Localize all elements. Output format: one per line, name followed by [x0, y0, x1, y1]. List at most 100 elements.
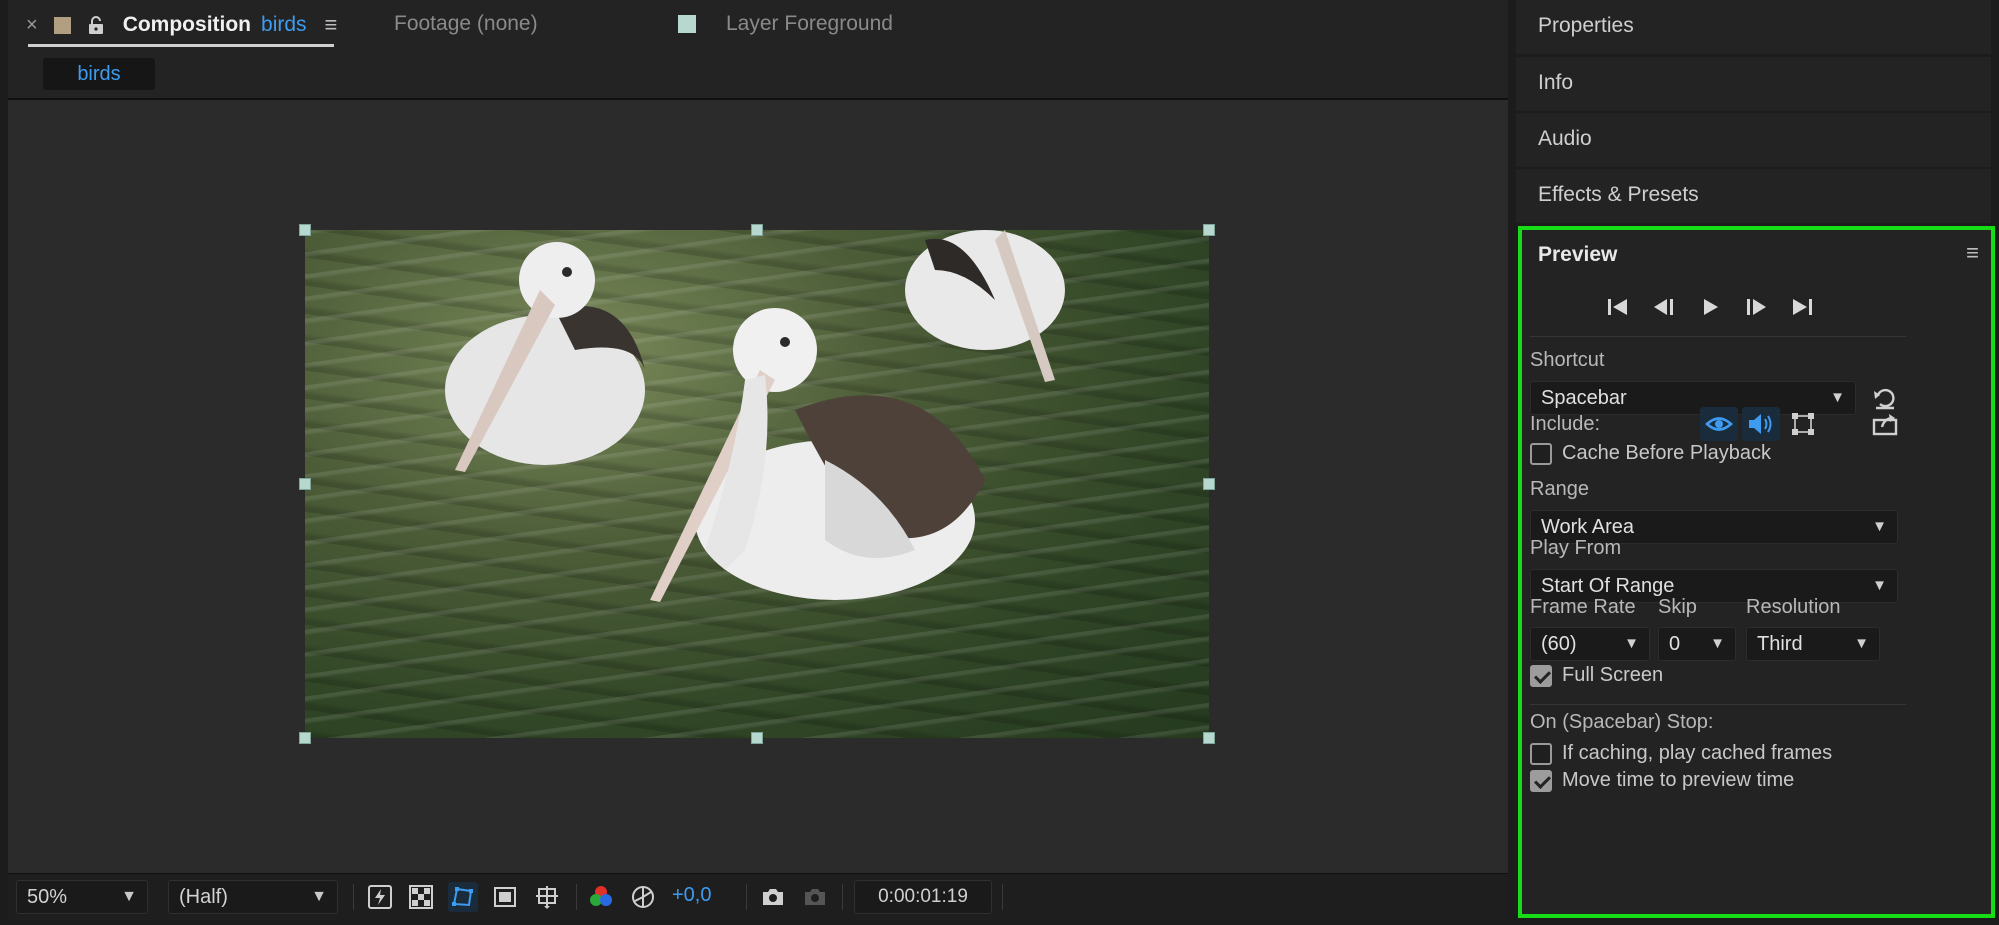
- composition-tab-bar: × Composition birds ≡ Footage (none) Lay…: [8, 0, 1508, 54]
- footage-frame-image[interactable]: [305, 230, 1209, 738]
- move-time-row[interactable]: Move time to preview time: [1530, 769, 1794, 792]
- toolbar-separator: [842, 884, 843, 910]
- preview-panel: Preview ≡ Shortcut Spacebar ▼ Include: C…: [1518, 226, 1995, 918]
- include-label: Include:: [1530, 413, 1601, 435]
- chevron-down-icon: ▼: [121, 888, 137, 905]
- frame-rate-dropdown[interactable]: (60) ▼: [1530, 627, 1650, 661]
- frame-rate-label: Frame Rate: [1530, 596, 1636, 618]
- divider: [1530, 336, 1906, 337]
- exposure-value[interactable]: +0,0: [672, 884, 711, 907]
- tab-composition[interactable]: × Composition birds ≡: [26, 12, 337, 38]
- current-time-display[interactable]: 0:00:01:19: [854, 880, 992, 914]
- full-screen-label: Full Screen: [1562, 664, 1664, 686]
- chevron-down-icon: ▼: [1872, 518, 1887, 535]
- toolbar-separator: [353, 884, 354, 910]
- transform-handle-top[interactable]: [751, 224, 763, 236]
- range-label: Range: [1530, 478, 1589, 500]
- panel-properties[interactable]: Properties: [1516, 0, 1991, 54]
- chevron-down-icon: ▼: [1854, 635, 1869, 652]
- toolbar-separator: [576, 884, 577, 910]
- first-frame-icon[interactable]: [1602, 292, 1634, 322]
- tab-layer[interactable]: Layer Foreground: [678, 12, 893, 36]
- reset-exposure-icon[interactable]: [628, 882, 658, 912]
- if-caching-row[interactable]: If caching, play cached frames: [1530, 742, 1832, 765]
- grid-guides-icon[interactable]: [532, 882, 562, 912]
- region-of-interest-icon[interactable]: [490, 882, 520, 912]
- toolbar-separator: [746, 884, 747, 910]
- toolbar-separator: [1002, 884, 1003, 910]
- frame-rate-value: (60): [1541, 633, 1577, 655]
- cache-before-playback-checkbox[interactable]: [1530, 442, 1552, 465]
- transform-handle-top-right[interactable]: [1203, 224, 1215, 236]
- mask-path-visibility-icon[interactable]: [448, 882, 478, 912]
- chevron-down-icon: ▼: [311, 888, 327, 905]
- move-time-checkbox[interactable]: [1530, 769, 1552, 792]
- if-caching-checkbox[interactable]: [1530, 742, 1552, 765]
- resolution-label: Resolution: [1746, 596, 1841, 618]
- cache-before-playback-label: Cache Before Playback: [1562, 442, 1772, 464]
- layer-color-swatch: [678, 15, 696, 33]
- skip-dropdown[interactable]: 0 ▼: [1658, 627, 1736, 661]
- take-snapshot-icon[interactable]: [758, 882, 788, 912]
- fast-previews-icon[interactable]: [365, 882, 395, 912]
- composition-viewer[interactable]: [8, 100, 1508, 875]
- label-color-swatch[interactable]: [53, 16, 71, 34]
- previous-frame-icon[interactable]: [1648, 292, 1680, 322]
- tab-composition-name: birds: [261, 13, 307, 36]
- full-screen-row[interactable]: Full Screen: [1530, 664, 1663, 687]
- chevron-down-icon: ▼: [1872, 577, 1887, 594]
- transform-handle-right[interactable]: [1203, 478, 1215, 490]
- panel-info[interactable]: Info: [1516, 57, 1991, 111]
- skip-value: 0: [1669, 633, 1681, 655]
- transform-handle-top-left[interactable]: [299, 224, 311, 236]
- panel-audio[interactable]: Audio: [1516, 113, 1991, 167]
- transform-handle-left[interactable]: [299, 478, 311, 490]
- range-value: Work Area: [1541, 516, 1634, 538]
- transparency-grid-icon[interactable]: [406, 882, 436, 912]
- resolution-preview-value: Third: [1757, 633, 1803, 655]
- lock-icon[interactable]: [87, 15, 105, 35]
- show-channel-icon[interactable]: [586, 882, 616, 912]
- transform-handle-bottom[interactable]: [751, 732, 763, 744]
- magnification-value: 50%: [27, 886, 68, 908]
- chevron-down-icon: ▼: [1830, 389, 1845, 406]
- active-tab-underline: [28, 44, 334, 47]
- play-from-label: Play From: [1530, 537, 1622, 559]
- panel-menu-icon[interactable]: ≡: [1966, 240, 1979, 266]
- composition-toolbar: 50% ▼ (Half) ▼ +0,0 0:00:01:19: [8, 873, 1508, 920]
- magnification-dropdown[interactable]: 50% ▼: [16, 880, 148, 914]
- full-screen-checkbox[interactable]: [1530, 664, 1552, 687]
- output-icon[interactable]: [1868, 408, 1902, 440]
- shortcut-value: Spacebar: [1541, 387, 1627, 409]
- if-caching-label: If caching, play cached frames: [1562, 742, 1833, 764]
- close-tab-icon[interactable]: ×: [26, 14, 38, 37]
- next-frame-icon[interactable]: [1740, 292, 1772, 322]
- move-time-label: Move time to preview time: [1562, 769, 1795, 791]
- tab-footage[interactable]: Footage (none): [394, 12, 538, 36]
- include-video-icon[interactable]: [1700, 407, 1738, 441]
- shortcut-label: Shortcut: [1530, 349, 1605, 371]
- last-frame-icon[interactable]: [1786, 292, 1818, 322]
- composition-panel: × Composition birds ≡ Footage (none) Lay…: [8, 0, 1508, 920]
- transform-handle-bottom-right[interactable]: [1203, 732, 1215, 744]
- resolution-preview-dropdown[interactable]: Third ▼: [1746, 627, 1880, 661]
- resolution-dropdown[interactable]: (Half) ▼: [168, 880, 338, 914]
- divider: [1530, 704, 1906, 705]
- playback-controls: [1602, 292, 1822, 322]
- include-overlays-icon[interactable]: [1784, 407, 1822, 441]
- preview-panel-title[interactable]: Preview: [1538, 243, 1617, 267]
- skip-label: Skip: [1658, 596, 1697, 618]
- panel-effects-presets[interactable]: Effects & Presets: [1516, 169, 1991, 223]
- on-stop-label: On (Spacebar) Stop:: [1530, 711, 1714, 733]
- composition-breadcrumb[interactable]: birds: [43, 58, 155, 90]
- tab-layer-label: Layer Foreground: [726, 12, 893, 35]
- show-snapshot-icon[interactable]: [800, 882, 830, 912]
- panel-menu-icon[interactable]: ≡: [325, 12, 338, 38]
- chevron-down-icon: ▼: [1624, 635, 1639, 652]
- pelicans-illustration: [445, 230, 1065, 602]
- play-icon[interactable]: [1694, 292, 1726, 322]
- include-audio-icon[interactable]: [1742, 407, 1780, 441]
- cache-before-playback-row[interactable]: Cache Before Playback: [1530, 442, 1771, 465]
- chevron-down-icon: ▼: [1710, 635, 1725, 652]
- transform-handle-bottom-left[interactable]: [299, 732, 311, 744]
